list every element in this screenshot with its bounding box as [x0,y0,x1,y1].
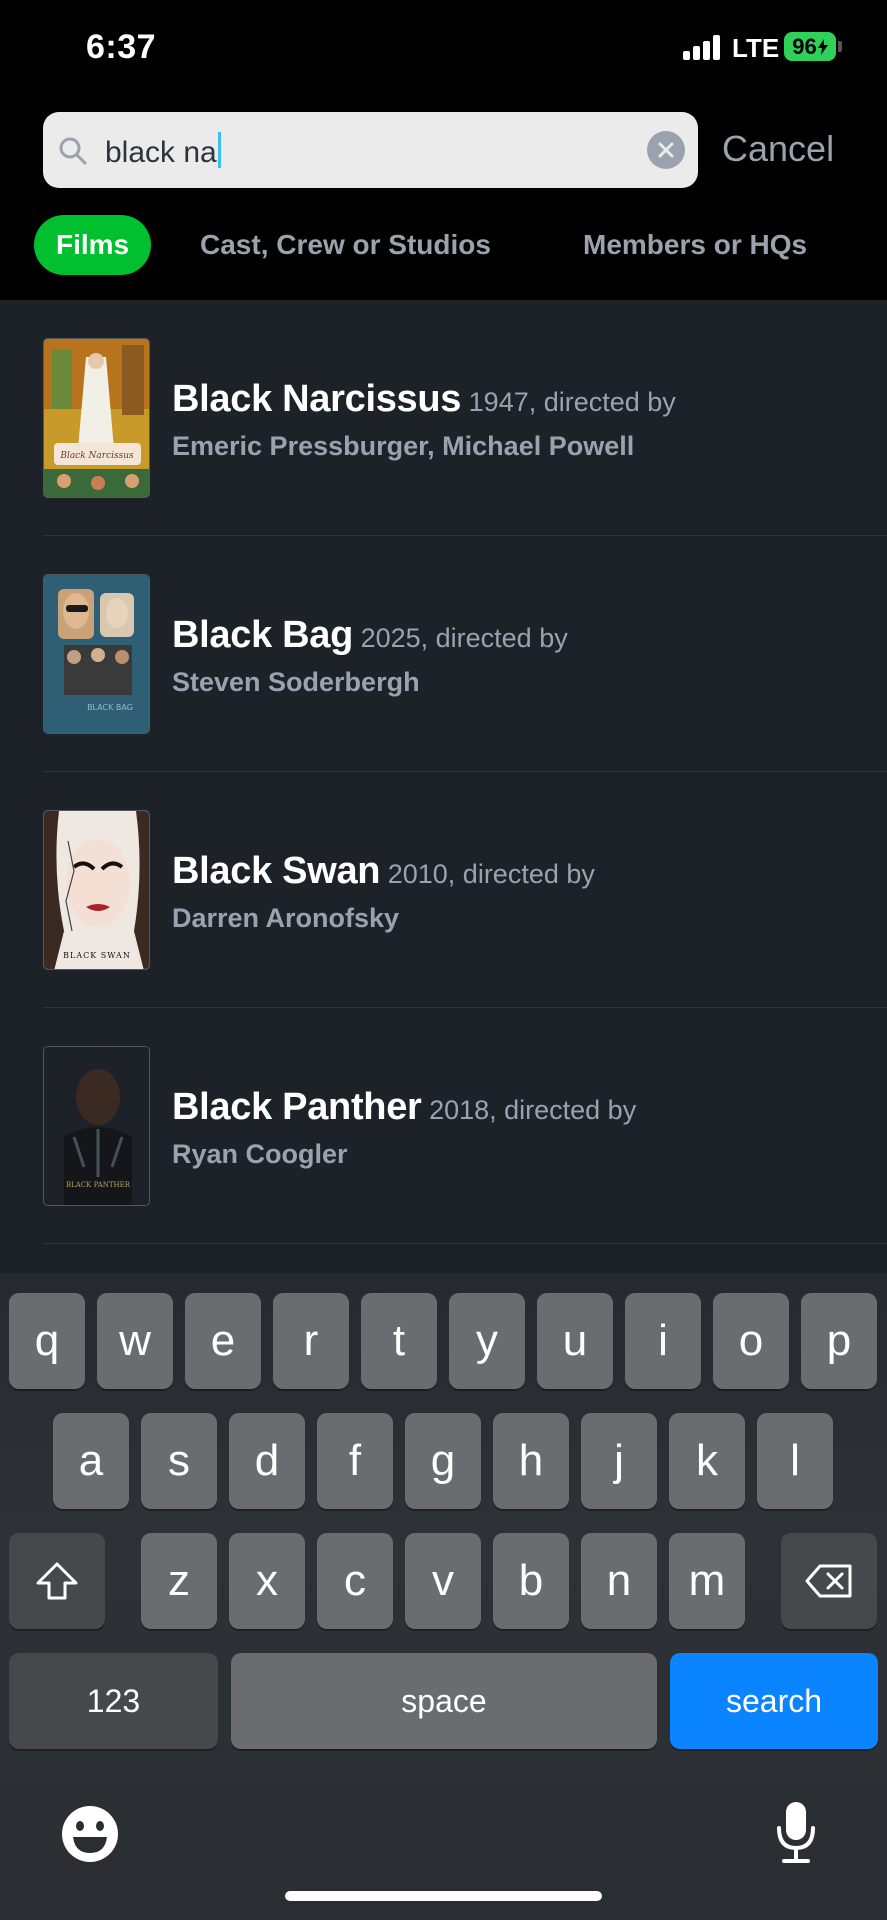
poster-title: BLACK SWAN [63,951,131,960]
clear-button[interactable] [647,131,685,169]
battery-icon: 96 [784,32,836,61]
numbers-key[interactable]: 123 [9,1653,218,1749]
key-h[interactable]: h [493,1413,569,1509]
cancel-button[interactable]: Cancel [722,128,834,170]
film-meta: 2025, directed by [360,623,568,653]
row-divider [43,1243,887,1244]
director-link[interactable]: Ryan Coogler [172,1139,348,1169]
backspace-key[interactable] [781,1533,877,1629]
tab-members-hqs[interactable]: Members or HQs [583,215,807,275]
poster-art: BLACK BAG [44,575,149,733]
key-q[interactable]: q [9,1293,85,1389]
poster-title: BLACK BAG [87,703,133,712]
film-info: Black Narcissus 1947, directed by Emeric… [172,378,676,461]
director-link[interactable]: Darren Aronofsky [172,903,399,933]
key-l[interactable]: l [757,1413,833,1509]
key-b[interactable]: b [493,1533,569,1629]
microphone-icon[interactable] [776,1800,816,1864]
key-e[interactable]: e [185,1293,261,1389]
key-k[interactable]: k [669,1413,745,1509]
film-info: Black Swan 2010, directed by Darren Aron… [172,850,877,934]
result-row[interactable]: BLACK SWAN Black Swan 2010, directed by … [0,772,887,1008]
app: 6:37 LTE 96 black na Cancel Films Cast, … [0,0,887,1920]
film-meta: 2018, directed by [429,1095,637,1125]
key-m[interactable]: m [669,1533,745,1629]
key-t[interactable]: t [361,1293,437,1389]
emoji-icon[interactable] [60,1804,120,1864]
film-info: Black Panther 2018, directed by Ryan Coo… [172,1086,877,1170]
director-link[interactable]: Steven Soderbergh [172,667,420,697]
status-bar: 6:37 LTE 96 [0,0,887,100]
poster-title: BLACK PANTHER [66,1181,131,1189]
key-z[interactable]: z [141,1533,217,1629]
key-v[interactable]: v [405,1533,481,1629]
search-key[interactable]: search [670,1653,878,1749]
text-caret [217,132,221,168]
key-i[interactable]: i [625,1293,701,1389]
search-header: black na Cancel Films Cast, Crew or Stud… [0,100,887,300]
film-poster: BLACK PANTHER [43,1046,150,1206]
film-title: Black Narcissus [172,378,462,420]
key-n[interactable]: n [581,1533,657,1629]
key-r[interactable]: r [273,1293,349,1389]
search-field[interactable]: black na [43,112,698,188]
battery-level: 96 [792,33,817,59]
key-g[interactable]: g [405,1413,481,1509]
key-s[interactable]: s [141,1413,217,1509]
key-p[interactable]: p [801,1293,877,1389]
search-icon [59,137,87,165]
result-row[interactable]: BLACK BAG Black Bag 2025, directed by St… [0,536,887,772]
results-list: Black Narcissus Black Narcissus 1947, di… [0,300,887,1280]
film-meta: 1947, directed by [468,387,676,417]
status-time: 6:37 [86,28,157,66]
search-query: black na [105,136,217,169]
space-key[interactable]: space [231,1653,657,1749]
film-title: Black Panther [172,1086,422,1128]
poster-art: BLACK PANTHER [44,1047,149,1205]
shift-icon [36,1562,78,1600]
clear-icon [658,142,674,158]
film-meta: 2010, directed by [387,859,595,889]
key-f[interactable]: f [317,1413,393,1509]
key-c[interactable]: c [317,1533,393,1629]
poster-art: BLACK SWAN [44,811,149,969]
search-input[interactable]: black na [105,132,221,170]
film-poster: BLACK BAG [43,574,150,734]
key-o[interactable]: o [713,1293,789,1389]
home-indicator [285,1891,602,1901]
key-y[interactable]: y [449,1293,525,1389]
key-x[interactable]: x [229,1533,305,1629]
result-row[interactable]: Black Narcissus Black Narcissus 1947, di… [0,300,887,536]
battery-cap [838,41,842,52]
tab-cast-crew-studios[interactable]: Cast, Crew or Studios [200,215,491,275]
director-link[interactable]: Michael Powell [442,431,634,461]
signal-icon [683,34,723,60]
poster-art: Black Narcissus [44,339,149,497]
key-a[interactable]: a [53,1413,129,1509]
film-info: Black Bag 2025, directed by Steven Soder… [172,614,877,698]
director-link[interactable]: Emeric Pressburger [172,431,427,461]
film-poster: Black Narcissus [43,338,150,498]
poster-title: Black Narcissus [59,451,134,461]
tab-films[interactable]: Films [34,215,152,275]
film-poster: BLACK SWAN [43,810,150,970]
shift-key[interactable] [9,1533,105,1629]
network-label: LTE [732,33,780,63]
key-j[interactable]: j [581,1413,657,1509]
key-d[interactable]: d [229,1413,305,1509]
film-title: Black Swan [172,850,381,892]
key-u[interactable]: u [537,1293,613,1389]
key-w[interactable]: w [97,1293,173,1389]
result-row[interactable]: BLACK PANTHER Black Panther 2018, direct… [0,1008,887,1244]
film-title: Black Bag [172,614,354,656]
backspace-icon [805,1564,852,1598]
